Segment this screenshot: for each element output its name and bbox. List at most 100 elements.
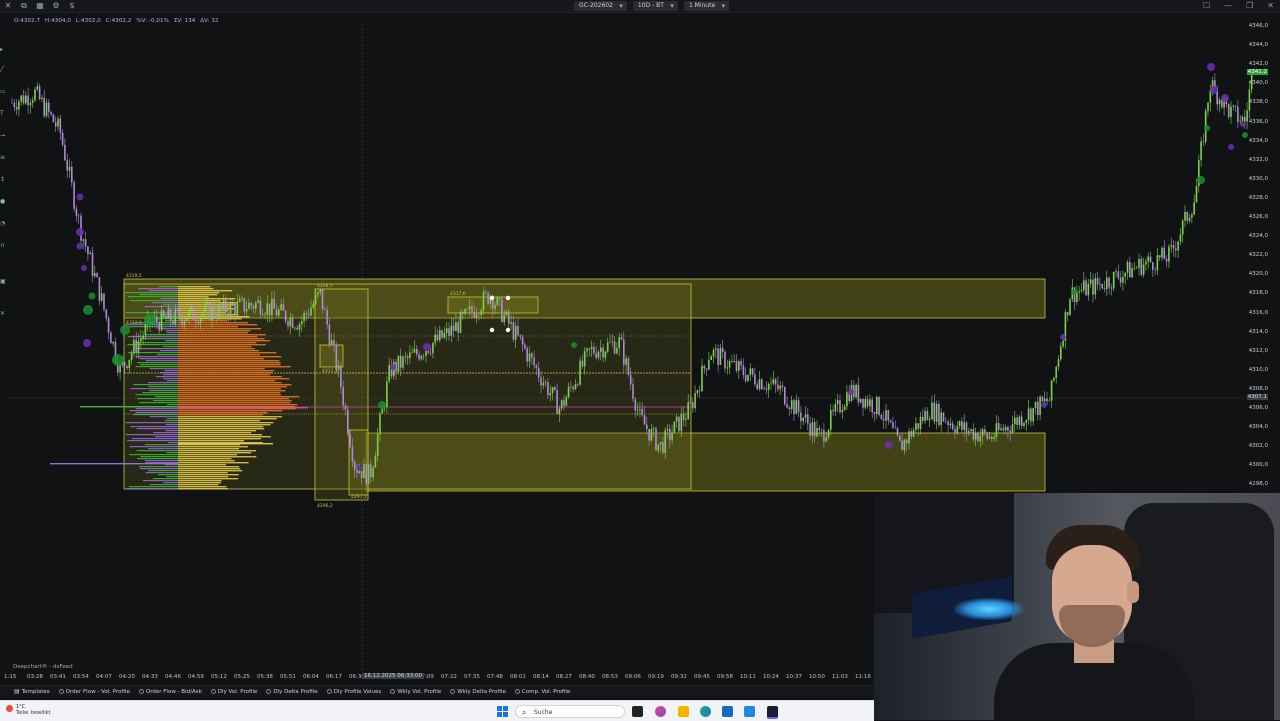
candle-body xyxy=(367,464,370,484)
candle-body xyxy=(1161,247,1163,258)
candle-body xyxy=(804,414,807,418)
candle-body xyxy=(712,349,715,357)
deepchart-app-icon[interactable] xyxy=(767,706,778,719)
candle-body xyxy=(1112,271,1115,289)
candle-body xyxy=(629,374,632,385)
candle-body xyxy=(788,407,791,410)
time-tick: 10:24 xyxy=(763,674,779,680)
sell-imbalance-dot xyxy=(83,339,91,347)
template-option[interactable]: Wkly Vol. Profile xyxy=(390,689,441,695)
candle-body xyxy=(977,432,979,442)
profile-bar xyxy=(178,466,239,468)
candle-body xyxy=(731,361,733,362)
small-box[interactable] xyxy=(319,344,344,368)
template-option[interactable]: Wkly Delta Profile xyxy=(450,689,506,695)
mail-icon[interactable] xyxy=(744,706,755,717)
profile-bar xyxy=(178,322,249,324)
template-option[interactable]: Dly Delta Profile xyxy=(266,689,318,695)
time-axis[interactable]: 1:15 03:28 03:41 03:54 04:07 04:20 04:33 04:46 0… xyxy=(4,674,878,682)
templates-button[interactable]: ▤ Templates xyxy=(14,688,50,695)
template-option[interactable]: Order Flow - Bid/Ask xyxy=(138,689,202,695)
candle-body xyxy=(779,385,781,390)
candle-body xyxy=(1032,408,1034,422)
candle-body xyxy=(687,402,689,420)
candle-body xyxy=(183,321,186,326)
candle-body xyxy=(238,299,241,302)
profile-bar xyxy=(178,438,261,440)
price-axis[interactable]: 4346,0 4344,0 4342,0 4340,0 4338,0 4336,0 4334… xyxy=(1246,20,1268,490)
candle-body xyxy=(413,348,416,353)
candle-body xyxy=(1207,102,1209,111)
time-tick: 05:25 xyxy=(234,674,250,680)
template-option[interactable]: Order Flow - Vol. Profile xyxy=(58,688,130,695)
candle-body xyxy=(349,433,351,447)
store-icon[interactable] xyxy=(722,706,733,717)
taskbar-search[interactable]: ⌕ Suche xyxy=(515,705,625,718)
candle-body xyxy=(790,400,793,410)
candle-body xyxy=(252,305,255,309)
template-option[interactable]: Dly Vol. Profile xyxy=(210,689,257,695)
candle-body xyxy=(123,362,126,366)
candle-body xyxy=(924,410,926,421)
delta-bar xyxy=(137,362,178,364)
candle-body xyxy=(75,208,78,216)
candle-body xyxy=(1200,141,1202,161)
candle-body xyxy=(1106,277,1108,290)
copilot-icon[interactable] xyxy=(655,706,666,717)
candle-body xyxy=(353,461,356,470)
candle-body xyxy=(595,353,597,358)
candle-body xyxy=(137,341,140,353)
edge-browser-icon[interactable] xyxy=(700,706,711,717)
candle-body xyxy=(374,455,377,468)
candle-body xyxy=(721,347,724,353)
candle-body xyxy=(457,322,459,333)
profile-bar xyxy=(178,336,258,338)
lower-wick-box[interactable] xyxy=(348,429,369,496)
candle-body xyxy=(556,390,558,415)
delta-bar xyxy=(144,460,178,462)
candle-body xyxy=(627,358,630,375)
template-label: Wkly Vol. Profile xyxy=(397,688,442,695)
candle-body xyxy=(259,300,262,315)
candle-body xyxy=(416,348,418,355)
candle-body xyxy=(204,304,206,313)
candle-body xyxy=(222,299,225,308)
task-view-icon[interactable] xyxy=(632,706,643,717)
sell-imbalance-dot xyxy=(1228,144,1234,150)
profile-bar xyxy=(178,396,300,398)
candle-body xyxy=(915,423,917,430)
candle-body xyxy=(266,303,269,315)
delta-bar xyxy=(135,394,178,396)
candle-body xyxy=(181,318,183,326)
template-option[interactable]: Comp. Vol. Profile xyxy=(514,689,570,695)
candle-body xyxy=(271,298,273,316)
template-label: Order Flow - Vol. Profile xyxy=(65,688,130,695)
sell-imbalance-dot xyxy=(423,343,431,351)
profile-bar xyxy=(178,304,236,306)
candle-body xyxy=(1195,186,1198,203)
sell-imbalance-dot xyxy=(76,228,84,236)
candle-body xyxy=(1002,428,1005,431)
buy-imbalance-dot xyxy=(1071,289,1077,295)
candle-body xyxy=(905,439,908,444)
profile-bar xyxy=(178,386,287,388)
delta-bar xyxy=(130,388,178,390)
windows-start-icon[interactable] xyxy=(497,706,508,717)
candle-body xyxy=(563,400,565,406)
candle-body xyxy=(570,386,572,388)
delta-bar xyxy=(140,456,178,458)
candle-body xyxy=(754,374,756,385)
candle-body xyxy=(317,292,319,295)
candle-body xyxy=(480,310,482,316)
delta-bar xyxy=(148,386,178,388)
weather-widget[interactable]: 1°C Teilw. bewölkt xyxy=(6,704,51,716)
sell-imbalance-dot xyxy=(1060,334,1066,340)
candle-body xyxy=(673,421,676,434)
template-option[interactable]: Dly Profile Values xyxy=(326,689,381,695)
candle-body xyxy=(671,433,673,440)
file-explorer-icon[interactable] xyxy=(678,706,689,717)
candle-body xyxy=(540,377,542,386)
delta-bar xyxy=(159,350,178,352)
profile-bar xyxy=(178,344,266,346)
profile-bar xyxy=(178,474,239,476)
